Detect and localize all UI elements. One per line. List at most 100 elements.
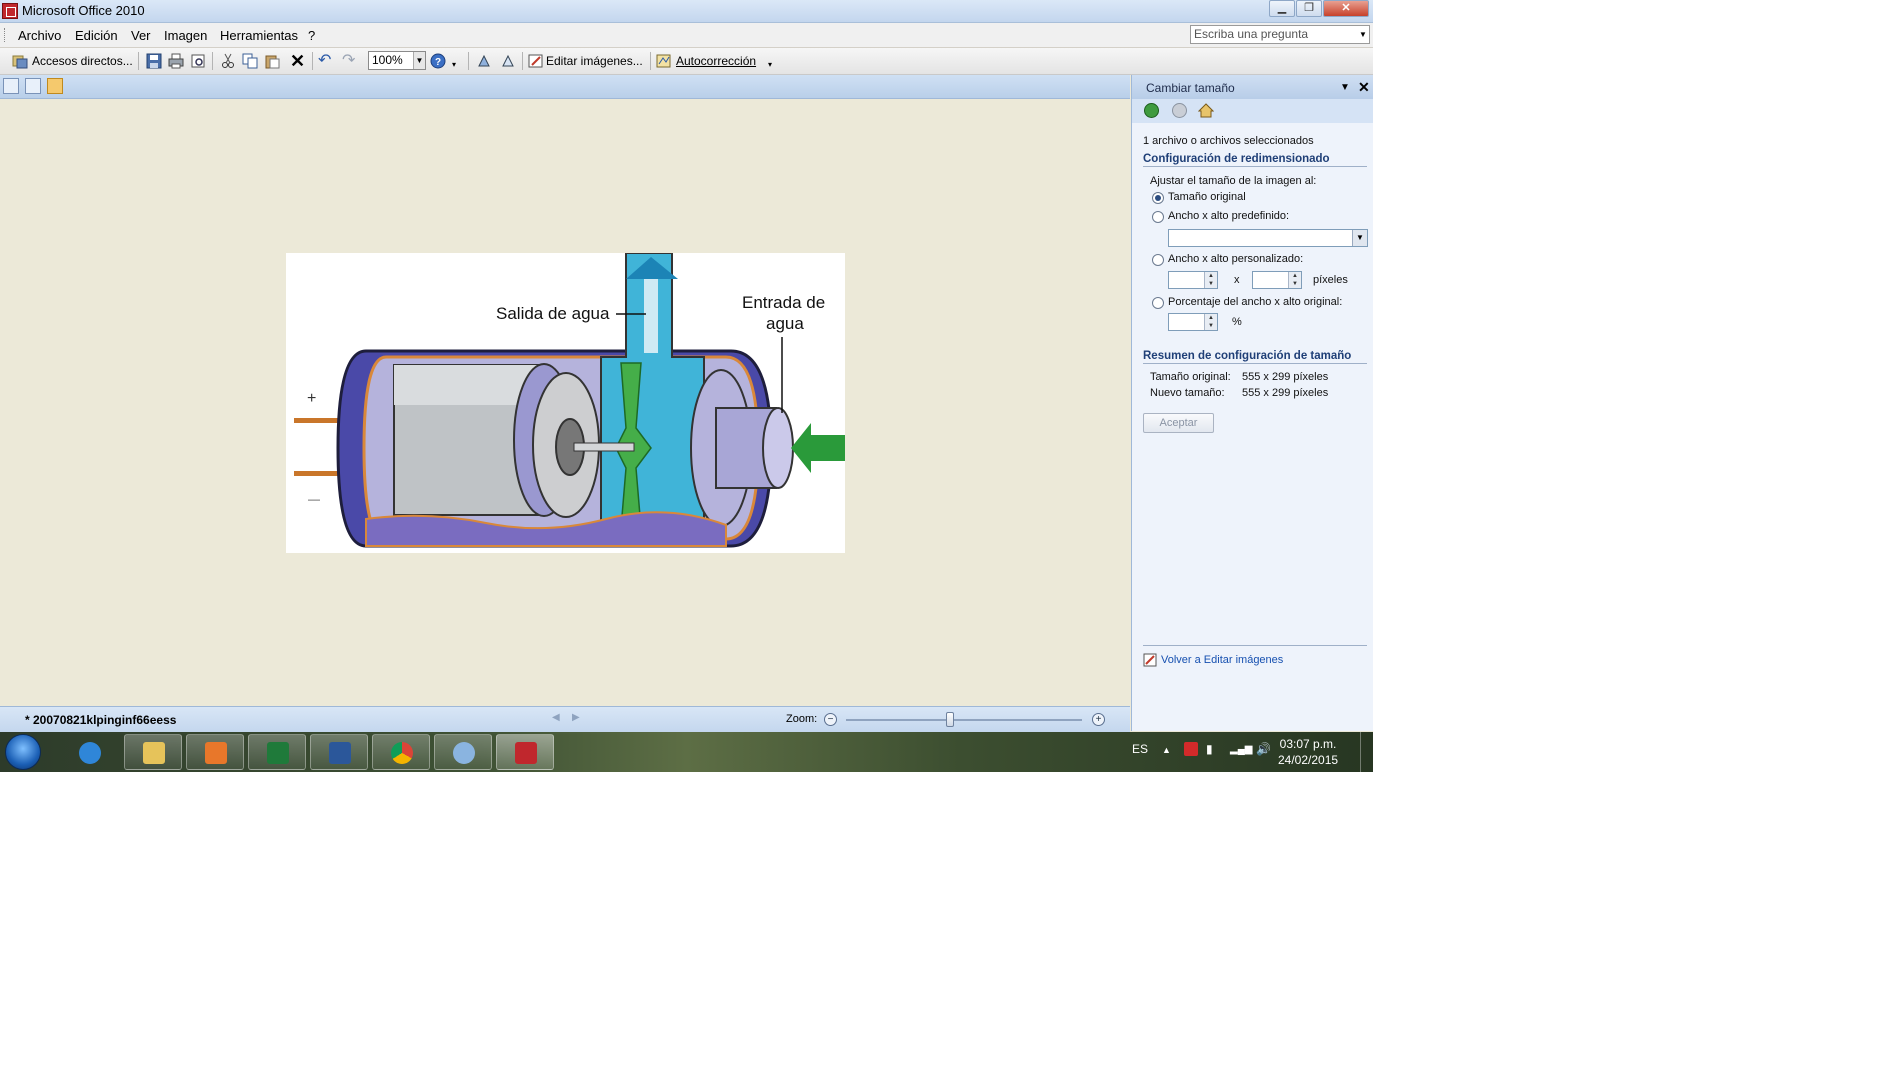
taskbar-file-explorer[interactable] bbox=[124, 734, 182, 770]
filmstrip-view-icon[interactable] bbox=[25, 78, 41, 94]
menu-archivo[interactable]: Archivo bbox=[18, 28, 61, 43]
chevron-down-icon[interactable]: ▼ bbox=[1340, 82, 1350, 93]
zoom-slider-thumb[interactable] bbox=[945, 712, 954, 727]
radio-predefined-size[interactable] bbox=[1152, 211, 1164, 223]
taskbar-media-player[interactable] bbox=[186, 734, 244, 770]
menu-imagen[interactable]: Imagen bbox=[164, 28, 207, 43]
home-icon[interactable] bbox=[1198, 103, 1214, 118]
office-picture-manager-icon[interactable] bbox=[2, 3, 18, 19]
autocorrect-button[interactable]: Autocorrección bbox=[676, 52, 756, 70]
start-button[interactable] bbox=[5, 734, 41, 770]
radio-original-size-label[interactable]: Tamaño original bbox=[1168, 191, 1246, 203]
custom-height-stepper[interactable]: ▲ ▼ bbox=[1252, 271, 1302, 289]
radio-percent-size-label[interactable]: Porcentaje del ancho x alto original: bbox=[1168, 296, 1342, 308]
percent-stepper[interactable]: ▲ ▼ bbox=[1168, 313, 1218, 331]
custom-width-stepper[interactable]: ▲ ▼ bbox=[1168, 271, 1218, 289]
toolbar-overflow-icon[interactable]: ▾ bbox=[452, 56, 456, 74]
previous-file-icon[interactable]: ◀ bbox=[552, 712, 560, 723]
radio-custom-size-label[interactable]: Ancho x alto personalizado: bbox=[1168, 253, 1303, 265]
spin-arrows-icon[interactable]: ▲ ▼ bbox=[1204, 272, 1217, 288]
radio-custom-size[interactable] bbox=[1152, 254, 1164, 266]
autocorrect-icon bbox=[656, 54, 671, 68]
maximize-button[interactable]: ❐ bbox=[1296, 0, 1322, 17]
redo-icon[interactable]: ↷ bbox=[342, 52, 355, 70]
copy-icon[interactable] bbox=[242, 53, 258, 69]
menu-grip[interactable] bbox=[4, 28, 8, 42]
menu-help[interactable]: ? bbox=[308, 28, 315, 43]
menu-herramientas[interactable]: Herramientas bbox=[220, 28, 298, 43]
show-hidden-icons-icon[interactable]: ▲ bbox=[1162, 745, 1171, 755]
back-to-edit-pictures-link[interactable]: Volver a Editar imágenes bbox=[1161, 654, 1283, 666]
save-icon[interactable] bbox=[146, 53, 162, 69]
forward-icon[interactable] bbox=[1172, 103, 1187, 118]
chevron-down-icon[interactable]: ▼ bbox=[1357, 26, 1369, 43]
accept-button[interactable]: Aceptar bbox=[1143, 413, 1214, 433]
power-icon[interactable]: ▮ bbox=[1206, 742, 1213, 756]
zoom-in-icon[interactable]: + bbox=[1092, 713, 1105, 726]
taskbar-paint[interactable] bbox=[434, 734, 492, 770]
svg-text:?: ? bbox=[435, 57, 441, 68]
back-icon[interactable] bbox=[1144, 103, 1159, 118]
zoom-out-icon[interactable]: − bbox=[824, 713, 837, 726]
print-icon[interactable] bbox=[168, 53, 184, 69]
adobe-reader-icon[interactable] bbox=[1184, 742, 1198, 756]
toolbar-separator bbox=[138, 52, 139, 70]
rotate-right-icon[interactable] bbox=[500, 53, 516, 69]
chevron-down-icon[interactable]: ▼ bbox=[413, 52, 425, 69]
rotate-left-icon[interactable] bbox=[476, 53, 492, 69]
toolbar-separator bbox=[212, 52, 213, 70]
taskbar-internet-explorer[interactable] bbox=[60, 734, 118, 770]
spin-arrows-icon[interactable]: ▲ ▼ bbox=[1288, 272, 1301, 288]
spin-arrows-icon[interactable]: ▲ ▼ bbox=[1204, 314, 1217, 330]
print-preview-icon[interactable] bbox=[190, 53, 206, 69]
media-player-icon bbox=[205, 742, 227, 764]
minimize-button[interactable]: ▁ bbox=[1269, 0, 1295, 17]
zoom-slider-track[interactable] bbox=[846, 719, 1082, 721]
chevron-down-icon[interactable]: ▼ bbox=[1352, 230, 1367, 246]
view-bar bbox=[0, 75, 1130, 99]
close-icon[interactable]: ✕ bbox=[1358, 79, 1370, 96]
shortcuts-button[interactable]: Accesos directos... bbox=[32, 52, 133, 70]
new-size-label: Nuevo tamaño: bbox=[1150, 387, 1225, 399]
picture-canvas: + — Salida de agua Entrada de agua bbox=[0, 99, 1130, 705]
selection-count: 1 archivo o archivos seleccionados bbox=[1143, 135, 1314, 147]
shortcuts-icon bbox=[12, 55, 28, 69]
single-picture-view-icon[interactable] bbox=[47, 78, 63, 94]
help-icon[interactable]: ? bbox=[430, 53, 446, 69]
paste-icon[interactable] bbox=[264, 53, 280, 69]
radio-percent-size[interactable] bbox=[1152, 297, 1164, 309]
radio-predefined-size-label[interactable]: Ancho x alto predefinido: bbox=[1168, 210, 1289, 222]
menu-edicion[interactable]: Edición bbox=[75, 28, 118, 43]
edit-pictures-button[interactable]: Editar imágenes... bbox=[546, 52, 643, 70]
predefined-size-select[interactable]: ▼ bbox=[1168, 229, 1368, 247]
picture-manager-icon bbox=[515, 742, 537, 764]
taskbar-chrome[interactable] bbox=[372, 734, 430, 770]
thumbnail-view-icon[interactable] bbox=[3, 78, 19, 94]
cut-icon[interactable] bbox=[220, 53, 236, 69]
delete-icon[interactable]: ✕ bbox=[290, 52, 305, 70]
positive-terminal bbox=[294, 418, 344, 423]
file-name: * 20070821klpinginf66eess bbox=[25, 713, 177, 727]
language-indicator[interactable]: ES bbox=[1132, 742, 1148, 756]
picture-preview[interactable]: + — Salida de agua Entrada de agua bbox=[286, 252, 845, 553]
taskbar-excel[interactable] bbox=[248, 734, 306, 770]
radio-original-size[interactable] bbox=[1152, 192, 1164, 204]
label-water-in-line2: agua bbox=[766, 314, 804, 333]
taskbar-picture-manager[interactable] bbox=[496, 734, 554, 770]
toolbar-overflow-icon[interactable]: ▾ bbox=[768, 56, 772, 74]
window-title: Microsoft Office 2010 bbox=[22, 3, 145, 18]
network-icon[interactable]: ▂▄▆ bbox=[1230, 744, 1252, 755]
close-button[interactable]: ✕ bbox=[1323, 0, 1369, 17]
taskbar-word[interactable] bbox=[310, 734, 368, 770]
system-clock[interactable]: 03:07 p.m. 24/02/2015 bbox=[1278, 736, 1338, 768]
next-file-icon[interactable]: ▶ bbox=[572, 712, 580, 723]
original-size-label: Tamaño original: bbox=[1150, 371, 1231, 383]
toolbar-separator bbox=[522, 52, 523, 70]
footer-divider bbox=[1143, 645, 1367, 646]
volume-icon[interactable]: 🔊 bbox=[1256, 742, 1271, 756]
ask-question-input[interactable]: Escriba una pregunta ▼ bbox=[1190, 25, 1370, 44]
show-desktop-button[interactable] bbox=[1360, 732, 1373, 772]
zoom-select[interactable]: 100% ▼ bbox=[368, 51, 426, 70]
undo-icon[interactable]: ↶ bbox=[318, 52, 331, 70]
menu-ver[interactable]: Ver bbox=[131, 28, 151, 43]
